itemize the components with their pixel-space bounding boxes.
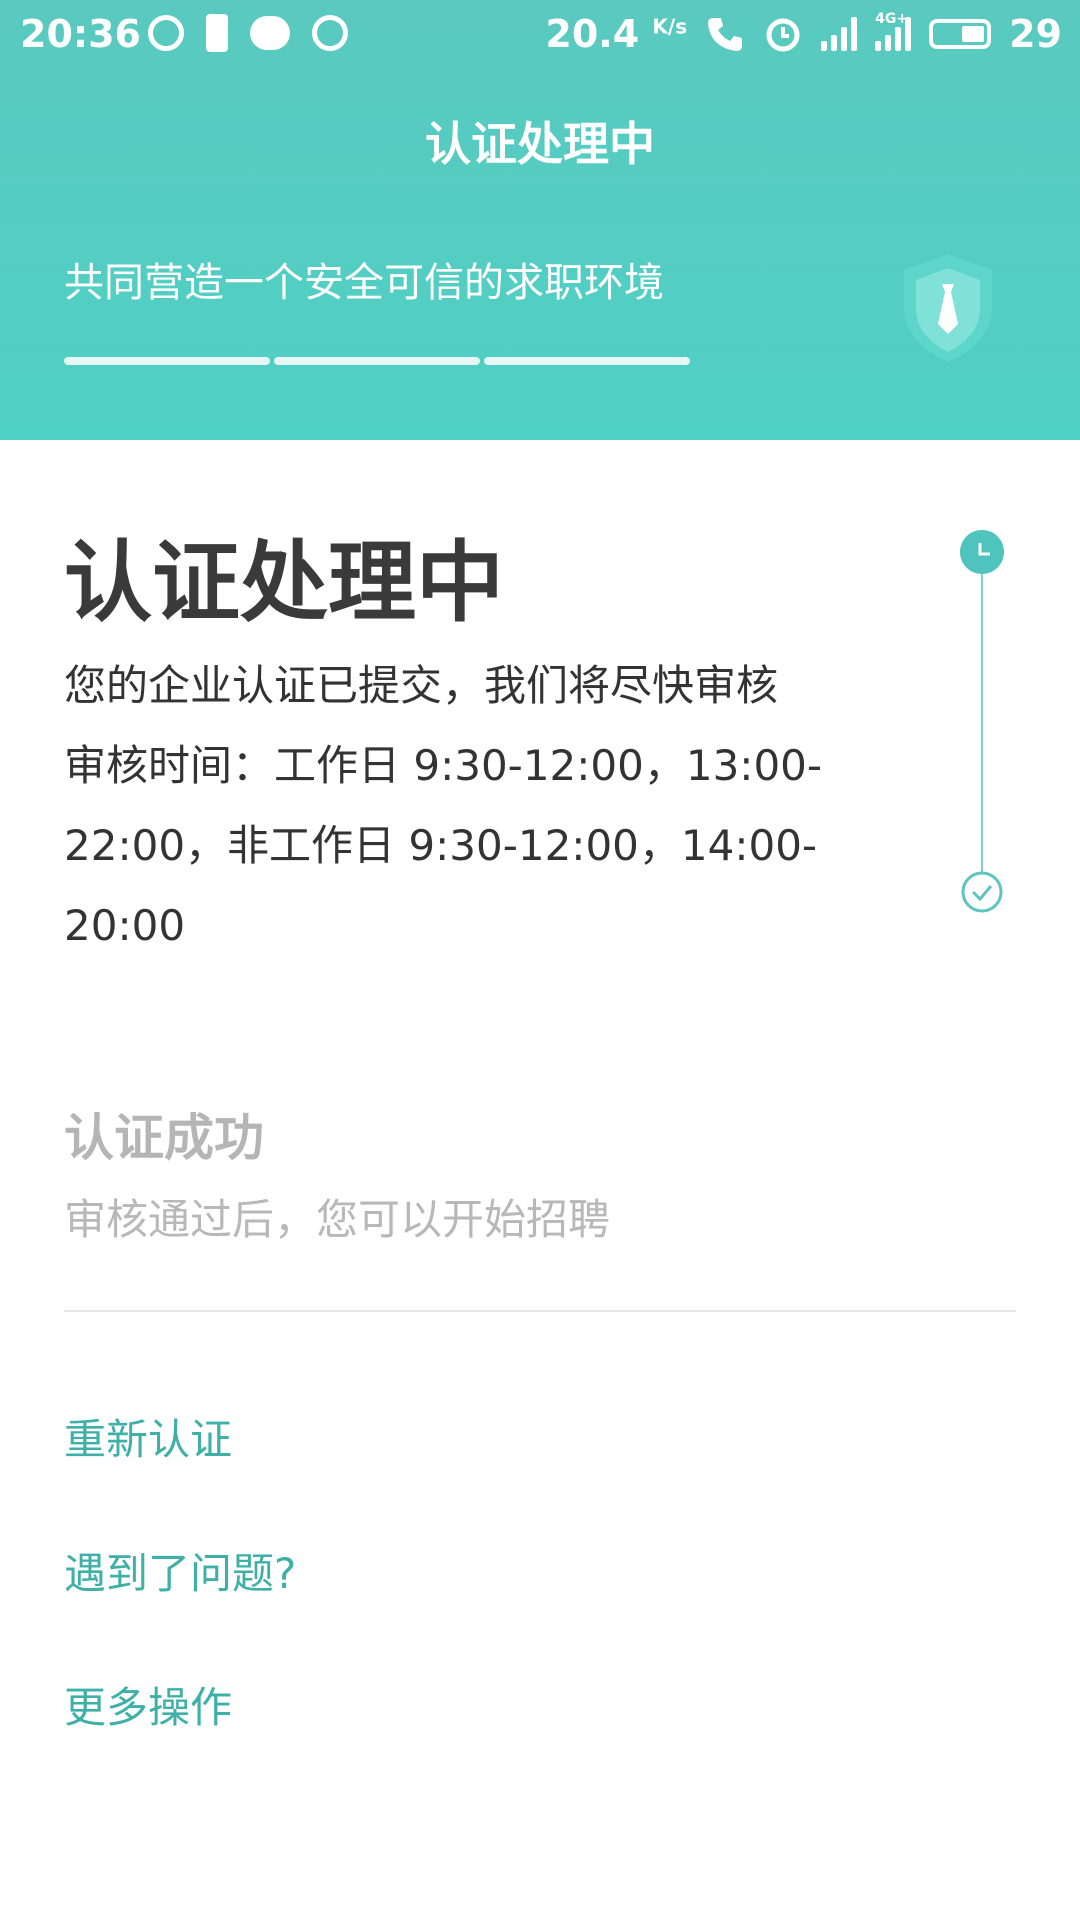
- page-title: 认证处理中: [425, 117, 655, 171]
- status-description: 您的企业认证已提交，我们将尽快审核 审核时间：工作日 9:30-12:00，13…: [64, 650, 844, 970]
- signal-4g-icon: 4G+: [875, 11, 912, 51]
- status-bar: 20:36 20.4 K/s 4G+ 29: [0, 0, 1080, 68]
- battery-level: 29: [1009, 12, 1062, 56]
- progress-bar: [64, 357, 690, 365]
- description-line: 审核时间：工作日 9:30-12:00，13:00-: [64, 741, 823, 790]
- progress-timeline: [960, 530, 1004, 914]
- shield-tie-icon: [904, 254, 992, 362]
- header-banner: 20:36 20.4 K/s 4G+ 29 认证处理中 共同营造一个安全可信的求…: [0, 0, 1080, 440]
- success-description: 审核通过后，您可以开始招聘: [64, 1195, 611, 1244]
- status-heading: 认证处理中: [64, 531, 505, 634]
- call-icon: [708, 18, 743, 51]
- status-time: 20:36: [20, 12, 141, 56]
- app-notification-icon: [148, 15, 184, 51]
- battery-icon: [929, 19, 992, 49]
- timeline-connector: [981, 574, 983, 872]
- network-speed: 20.4 K/s: [545, 12, 688, 56]
- description-line: 22:00，非工作日 9:30-12:00，14:00-: [64, 821, 818, 870]
- hotspot-icon: [312, 15, 348, 51]
- progress-segment-2: [274, 357, 480, 365]
- alert-icon: [206, 14, 228, 52]
- notification-icons: [148, 14, 348, 52]
- alarm-icon: [766, 18, 800, 52]
- more-actions-link[interactable]: 更多操作: [64, 1674, 232, 1735]
- slogan-text: 共同营造一个安全可信的求职环境: [64, 260, 664, 306]
- signal-icon: [821, 17, 858, 51]
- description-line: 您的企业认证已提交，我们将尽快审核: [64, 661, 779, 710]
- divider: [64, 1310, 1016, 1312]
- description-line: 20:00: [64, 901, 186, 950]
- progress-segment-3: [484, 357, 690, 365]
- message-icon: [250, 16, 290, 50]
- clock-icon: [960, 530, 1004, 574]
- check-circle-icon: [961, 871, 1003, 913]
- reauth-link[interactable]: 重新认证: [64, 1406, 232, 1467]
- success-heading: 认证成功: [64, 1109, 264, 1167]
- problem-link[interactable]: 遇到了问题?: [64, 1540, 296, 1601]
- progress-segment-1: [64, 357, 270, 365]
- status-right: 20.4 K/s 4G+ 29: [545, 11, 1062, 56]
